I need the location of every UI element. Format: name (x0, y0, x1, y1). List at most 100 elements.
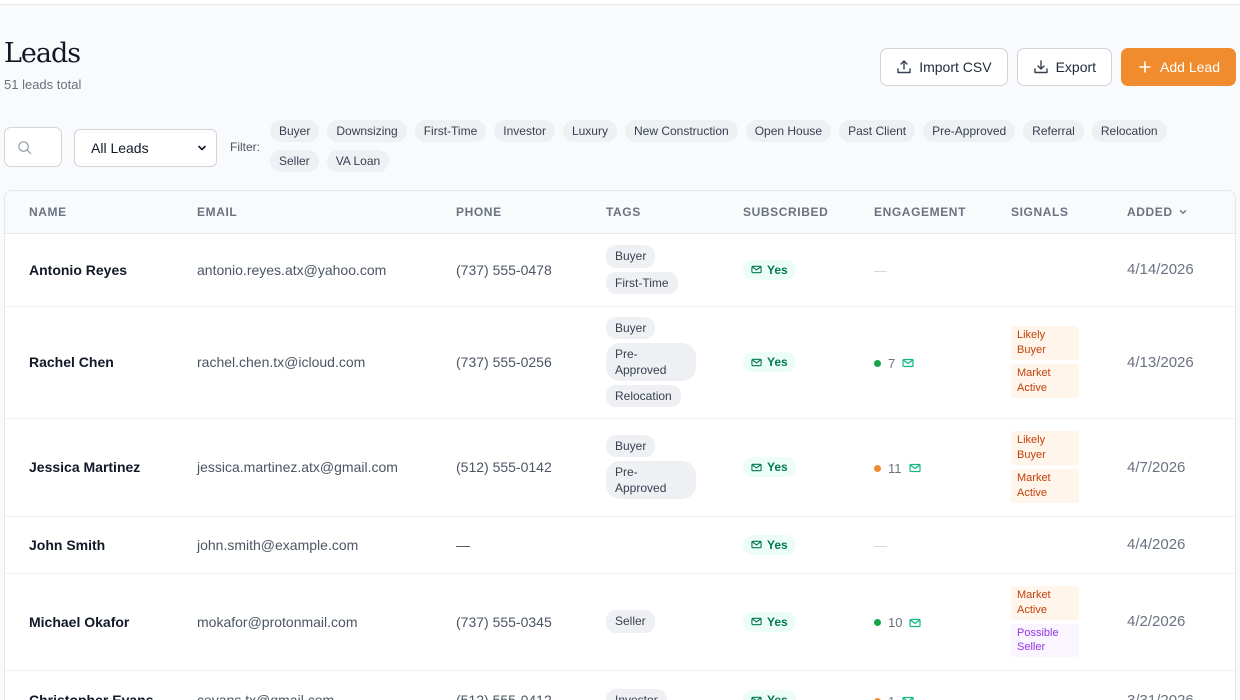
signal-list: Likely Buyer Market Active (1011, 326, 1127, 398)
lead-phone: (512) 555-0142 (456, 418, 606, 517)
subscribed-badge: Yes (743, 259, 796, 280)
col-header-added[interactable]: ADDED (1127, 191, 1235, 234)
filter-label: Filter: (230, 140, 260, 154)
mail-icon (902, 696, 914, 700)
tag-filter-chips: Buyer Downsizing First-Time Investor Luxury N… (270, 120, 1210, 172)
filter-chip[interactable]: Seller (270, 150, 319, 172)
filter-chip[interactable]: New Construction (624, 120, 738, 142)
table-row[interactable]: Christopher Evans cevans.tx@gmail.com (512… (5, 670, 1235, 700)
lead-added-date: 4/13/2026 (1127, 306, 1235, 419)
engagement-indicator: 7 (874, 356, 914, 371)
subscribed-text: Yes (767, 614, 788, 629)
lead-email[interactable]: rachel.chen.tx@icloud.com (197, 306, 456, 419)
filter-chip[interactable]: Referral (1023, 120, 1084, 142)
lead-name[interactable]: Rachel Chen (5, 306, 197, 419)
subscribed-text: Yes (767, 693, 788, 700)
lead-email[interactable]: jessica.martinez.atx@gmail.com (197, 418, 456, 517)
tag-list: Investor (606, 688, 743, 700)
lead-name[interactable]: Michael Okafor (5, 573, 197, 671)
page-title: Leads (4, 38, 81, 69)
sort-added: ADDED (1127, 205, 1188, 219)
mail-icon (751, 617, 762, 626)
filter-chip[interactable]: Past Client (839, 120, 916, 142)
filter-chip[interactable]: Investor (494, 120, 555, 142)
lead-signals (1011, 516, 1127, 574)
table-row[interactable]: Rachel Chen rachel.chen.tx@icloud.com (737… (5, 306, 1235, 419)
lead-added-date: 3/31/2026 (1127, 670, 1235, 700)
engagement-indicator: 1 (874, 694, 914, 700)
import-csv-button[interactable]: Import CSV (880, 48, 1008, 86)
engagement-dot (874, 619, 881, 626)
lead-email[interactable]: mokafor@protonmail.com (197, 573, 456, 671)
tag-badge: Pre-Approved (606, 460, 696, 500)
subscribed-text: Yes (767, 355, 788, 369)
table-row[interactable]: John Smith john.smith@example.com — Yes —4/4… (5, 516, 1235, 574)
top-bar (0, 0, 1240, 5)
filter-bar: All Leads Filter: Buyer Downsizing First-T… (4, 118, 1236, 178)
lead-email[interactable]: cevans.tx@gmail.com (197, 670, 456, 700)
col-header-signals[interactable]: SIGNALS (1011, 191, 1127, 234)
filter-chip[interactable]: First-Time (414, 120, 487, 142)
filter-chip[interactable]: Open House (745, 120, 832, 142)
signal-badge: Market Active (1011, 364, 1079, 398)
mail-icon (751, 265, 762, 274)
tag-list: Buyer Pre-Approved (606, 434, 743, 500)
engagement-indicator: 11 (874, 461, 921, 476)
subscribed-text: Yes (767, 537, 788, 552)
engagement-count: 10 (888, 615, 903, 630)
lead-name[interactable]: Antonio Reyes (5, 233, 197, 307)
add-lead-button[interactable]: Add Lead (1121, 48, 1236, 86)
lead-engagement: — (874, 516, 1011, 574)
leads-table-container: NAME EMAIL PHONE TAGS SUBSCRIBED ENGAGEM… (4, 190, 1236, 700)
tag-badge: First-Time (606, 271, 678, 294)
lead-name[interactable]: Jessica Martinez (5, 418, 197, 517)
filter-chip[interactable]: Pre-Approved (923, 120, 1016, 142)
col-header-email[interactable]: EMAIL (197, 191, 456, 234)
lead-tags: Buyer Pre-Approved Relocation (606, 306, 743, 419)
lead-phone: (512) 555-0412 (456, 670, 606, 700)
table-row[interactable]: Jessica Martinez jessica.martinez.atx@gma… (5, 418, 1235, 517)
export-button[interactable]: Export (1016, 48, 1113, 86)
mail-icon-wrap (902, 695, 914, 700)
table-row[interactable]: Michael Okafor mokafor@protonmail.com (737… (5, 573, 1235, 671)
filter-chip[interactable]: Downsizing (327, 120, 407, 142)
lead-signals (1011, 233, 1127, 307)
lead-name[interactable]: John Smith (5, 516, 197, 574)
tag-badge: Buyer (606, 245, 656, 268)
engagement-indicator: 10 (874, 615, 922, 630)
search-input[interactable] (4, 127, 62, 167)
filter-chip[interactable]: Luxury (562, 120, 617, 142)
lead-filter-select[interactable]: All Leads (74, 129, 217, 167)
mail-icon (902, 358, 914, 368)
mail-icon (909, 618, 922, 627)
subscribed-badge: Yes (743, 457, 796, 477)
chevron-down-icon (198, 145, 206, 151)
table-row[interactable]: Antonio Reyes antonio.reyes.atx@yahoo.com… (5, 233, 1235, 307)
lead-signals: Market Active Possible Seller (1011, 573, 1127, 671)
mail-icon-wrap (908, 462, 921, 474)
lead-name[interactable]: Christopher Evans (5, 670, 197, 700)
lead-tags (606, 516, 743, 574)
col-header-name[interactable]: NAME (5, 191, 197, 234)
subscribed-badge: Yes (743, 534, 796, 555)
mail-icon-wrap (902, 357, 914, 369)
mail-icon (751, 540, 762, 549)
tag-badge: Seller (606, 610, 655, 633)
filter-chip[interactable]: Buyer (270, 120, 320, 142)
filter-chip[interactable]: VA Loan (326, 150, 390, 172)
lead-signals (1011, 670, 1127, 700)
lead-signals: Likely Buyer Market Active (1011, 418, 1127, 517)
download-icon (1033, 60, 1048, 74)
lead-count: 51 leads total (4, 77, 82, 92)
mail-icon-wrap (909, 617, 922, 629)
lead-filter-value: All Leads (91, 140, 149, 156)
lead-phone: (737) 555-0345 (456, 573, 606, 671)
filter-chip[interactable]: Relocation (1091, 120, 1167, 142)
col-header-tags[interactable]: TAGS (606, 191, 743, 234)
lead-added-date: 4/4/2026 (1127, 516, 1235, 574)
col-header-engagement[interactable]: ENGAGEMENT (874, 191, 1011, 234)
lead-email[interactable]: john.smith@example.com (197, 516, 456, 574)
col-header-subscribed[interactable]: SUBSCRIBED (743, 191, 874, 234)
col-header-phone[interactable]: PHONE (456, 191, 606, 234)
lead-email[interactable]: antonio.reyes.atx@yahoo.com (197, 233, 456, 307)
